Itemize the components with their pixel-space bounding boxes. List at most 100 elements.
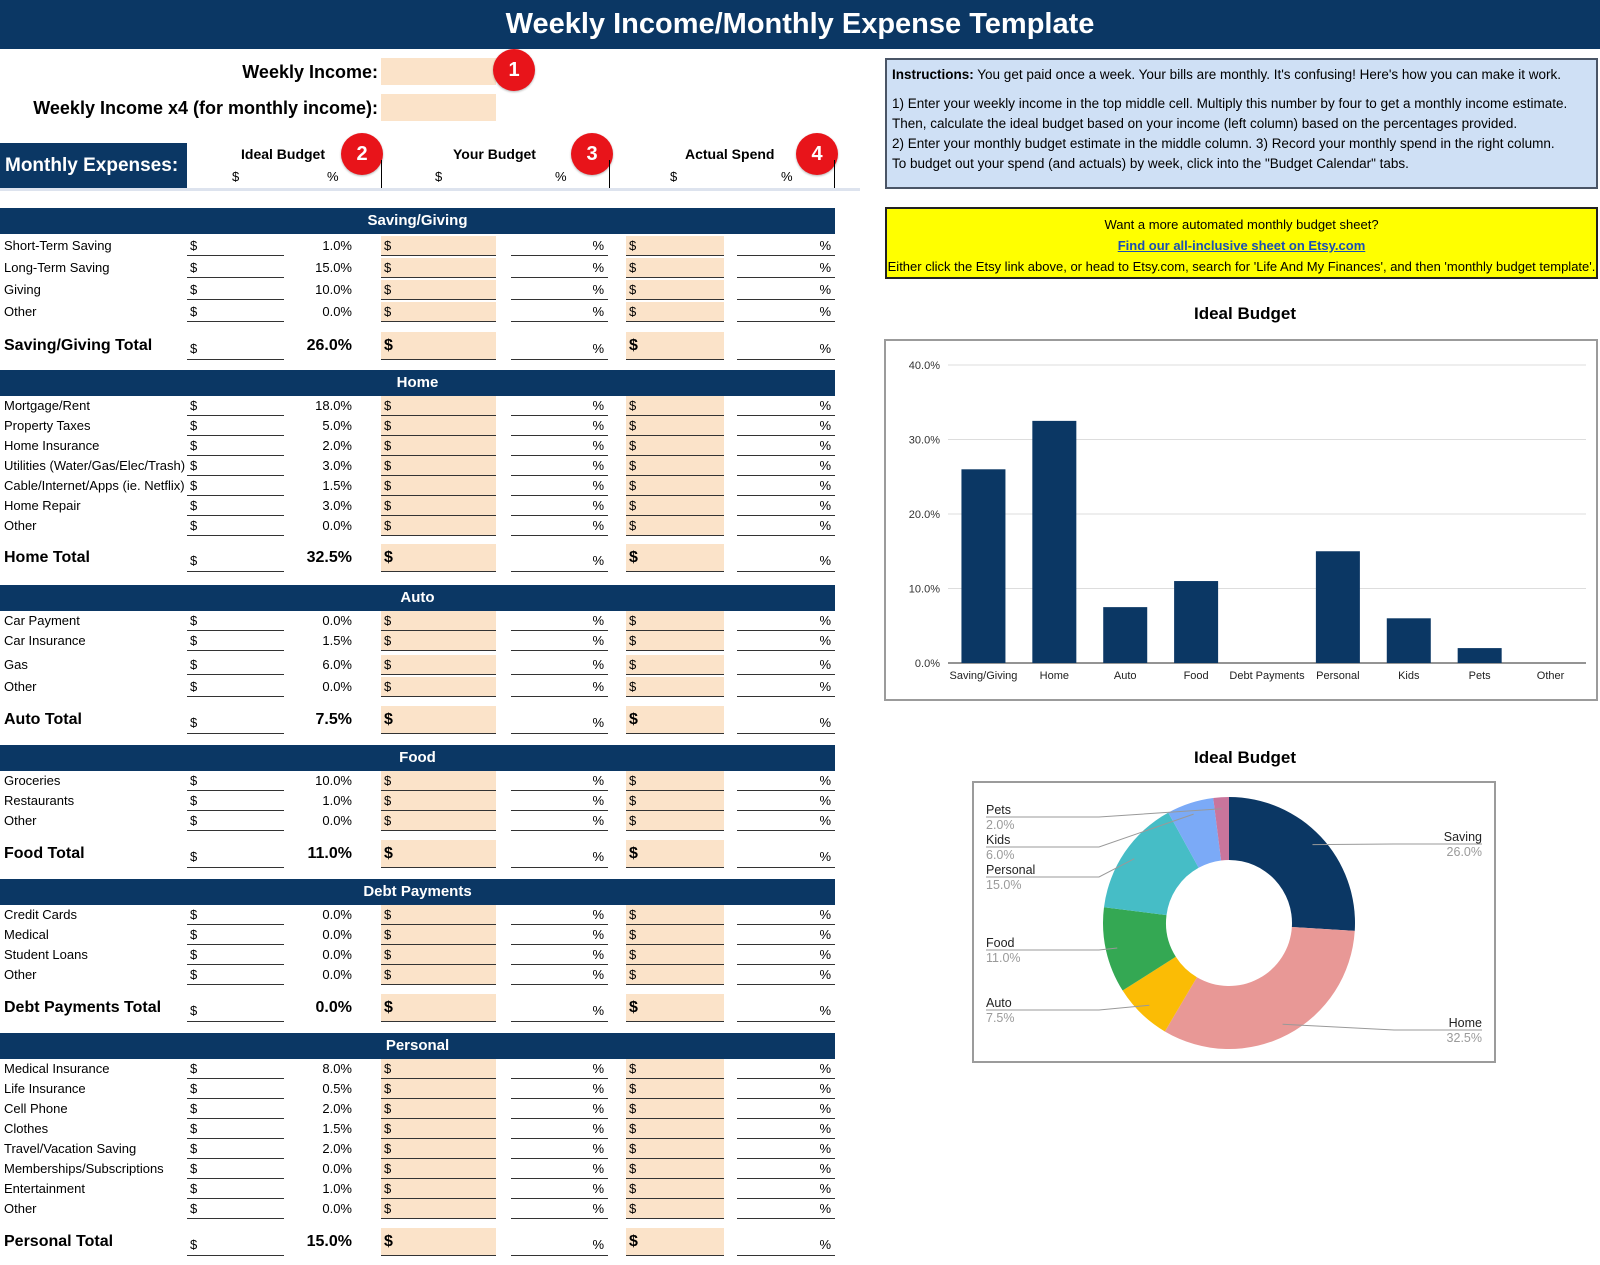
- ideal-pct-cell: 0.5%: [322, 1081, 352, 1096]
- actual-spend-input[interactable]: $: [626, 436, 724, 456]
- actual-pct-cell: %: [737, 791, 835, 811]
- your-budget-input[interactable]: $: [381, 925, 496, 945]
- ideal-dollar-cell: $: [187, 1099, 284, 1119]
- your-budget-input[interactable]: $: [381, 1119, 496, 1139]
- ideal-pct-cell: 5.0%: [322, 418, 352, 433]
- actual-spend-input[interactable]: $: [626, 945, 724, 965]
- actual-spend-input[interactable]: $: [626, 1119, 724, 1139]
- x-tick-label: Debt Payments: [1229, 670, 1305, 682]
- ideal-pct-cell: 6.0%: [322, 657, 352, 672]
- actual-spend-input[interactable]: $: [626, 655, 724, 675]
- your-budget-input[interactable]: $: [381, 1059, 496, 1079]
- actual-pct-cell: %: [737, 1079, 835, 1099]
- your-budget-input[interactable]: $: [381, 1159, 496, 1179]
- your-pct-cell: %: [511, 280, 608, 300]
- actual-spend-input[interactable]: $: [626, 840, 724, 868]
- actual-spend-input[interactable]: $: [626, 905, 724, 925]
- actual-spend-input[interactable]: $: [626, 677, 724, 697]
- your-budget-input[interactable]: $: [381, 945, 496, 965]
- actual-spend-input[interactable]: $: [626, 631, 724, 651]
- actual-spend-input[interactable]: $: [626, 302, 724, 322]
- bar-home: [1032, 420, 1077, 663]
- actual-spend-input[interactable]: $: [626, 1159, 724, 1179]
- your-budget-input[interactable]: $: [381, 416, 496, 436]
- your-budget-input[interactable]: $: [381, 611, 496, 631]
- actual-spend-input[interactable]: $: [626, 1139, 724, 1159]
- actual-spend-input[interactable]: $: [626, 1099, 724, 1119]
- step-badge-1: 1: [493, 49, 535, 91]
- actual-spend-input[interactable]: $: [626, 791, 724, 811]
- your-budget-input[interactable]: $: [381, 1228, 496, 1256]
- your-budget-input[interactable]: $: [381, 436, 496, 456]
- your-budget-input[interactable]: $: [381, 791, 496, 811]
- actual-spend-input[interactable]: $: [626, 1199, 724, 1219]
- table-row: Medical Insurance $8.0% $% $%: [0, 1059, 835, 1079]
- actual-spend-input[interactable]: $: [626, 1228, 724, 1256]
- actual-spend-input[interactable]: $: [626, 771, 724, 791]
- your-pct-cell: %: [511, 994, 608, 1022]
- your-budget-input[interactable]: $: [381, 396, 496, 416]
- your-budget-input[interactable]: $: [381, 1139, 496, 1159]
- actual-spend-input[interactable]: $: [626, 236, 724, 256]
- etsy-link[interactable]: Find our all-inclusive sheet on Etsy.com: [1118, 238, 1366, 253]
- actual-spend-input[interactable]: $: [626, 396, 724, 416]
- actual-spend-input[interactable]: $: [626, 811, 724, 831]
- your-budget-input[interactable]: $: [381, 965, 496, 985]
- bar-chart-svg: 0.0% 10.0% 20.0% 30.0% 40.0% Saving/Giving Hom…: [909, 360, 1586, 682]
- actual-spend-input[interactable]: $: [626, 925, 724, 945]
- your-budget-input[interactable]: $: [381, 476, 496, 496]
- row-label: Home Insurance: [4, 438, 100, 453]
- row-label: Giving: [4, 282, 41, 297]
- your-budget-input[interactable]: $: [381, 655, 496, 675]
- your-budget-input[interactable]: $: [381, 496, 496, 516]
- your-budget-input[interactable]: $: [381, 1099, 496, 1119]
- your-budget-input[interactable]: $: [381, 302, 496, 322]
- actual-spend-input[interactable]: $: [626, 965, 724, 985]
- your-pct-header: %: [555, 169, 567, 184]
- actual-spend-input[interactable]: $: [626, 496, 724, 516]
- your-budget-input[interactable]: $: [381, 1179, 496, 1199]
- your-budget-input[interactable]: $: [381, 631, 496, 651]
- your-budget-input[interactable]: $: [381, 1199, 496, 1219]
- actual-spend-input[interactable]: $: [626, 1179, 724, 1199]
- your-budget-input[interactable]: $: [381, 1079, 496, 1099]
- your-budget-input[interactable]: $: [381, 771, 496, 791]
- your-budget-input[interactable]: $: [381, 706, 496, 734]
- weekly-income-input[interactable]: [381, 58, 496, 85]
- actual-spend-input[interactable]: $: [626, 516, 724, 536]
- slice-value: 11.0%: [986, 951, 1021, 965]
- actual-spend-input[interactable]: $: [626, 1079, 724, 1099]
- x-tick-label: Other: [1537, 670, 1565, 682]
- ideal-pct-cell: 0.0%: [322, 679, 352, 694]
- row-label: Memberships/Subscriptions: [4, 1161, 164, 1176]
- actual-spend-input[interactable]: $: [626, 332, 724, 360]
- your-budget-input[interactable]: $: [381, 905, 496, 925]
- table-row: Life Insurance $0.5% $% $%: [0, 1079, 835, 1099]
- your-budget-input[interactable]: $: [381, 280, 496, 300]
- your-budget-input[interactable]: $: [381, 258, 496, 278]
- actual-spend-input[interactable]: $: [626, 258, 724, 278]
- your-budget-input[interactable]: $: [381, 994, 496, 1022]
- your-budget-input[interactable]: $: [381, 516, 496, 536]
- row-label: Groceries: [4, 773, 61, 788]
- actual-spend-input[interactable]: $: [626, 280, 724, 300]
- actual-spend-input[interactable]: $: [626, 611, 724, 631]
- your-budget-input[interactable]: $: [381, 544, 496, 572]
- instructions-line: 2) Enter your monthly budget estimate in…: [892, 136, 1555, 151]
- your-budget-input[interactable]: $: [381, 677, 496, 697]
- row-label: Long-Term Saving: [4, 260, 110, 275]
- actual-spend-input[interactable]: $: [626, 416, 724, 436]
- monthly-income-input[interactable]: [381, 94, 496, 121]
- your-budget-input[interactable]: $: [381, 811, 496, 831]
- actual-spend-input[interactable]: $: [626, 476, 724, 496]
- actual-spend-input[interactable]: $: [626, 994, 724, 1022]
- your-budget-input[interactable]: $: [381, 332, 496, 360]
- actual-spend-input[interactable]: $: [626, 456, 724, 476]
- your-budget-input[interactable]: $: [381, 840, 496, 868]
- actual-spend-input[interactable]: $: [626, 544, 724, 572]
- your-budget-input[interactable]: $: [381, 236, 496, 256]
- ideal-pct-cell: 0.0%: [322, 907, 352, 922]
- actual-spend-input[interactable]: $: [626, 1059, 724, 1079]
- your-budget-input[interactable]: $: [381, 456, 496, 476]
- actual-spend-input[interactable]: $: [626, 706, 724, 734]
